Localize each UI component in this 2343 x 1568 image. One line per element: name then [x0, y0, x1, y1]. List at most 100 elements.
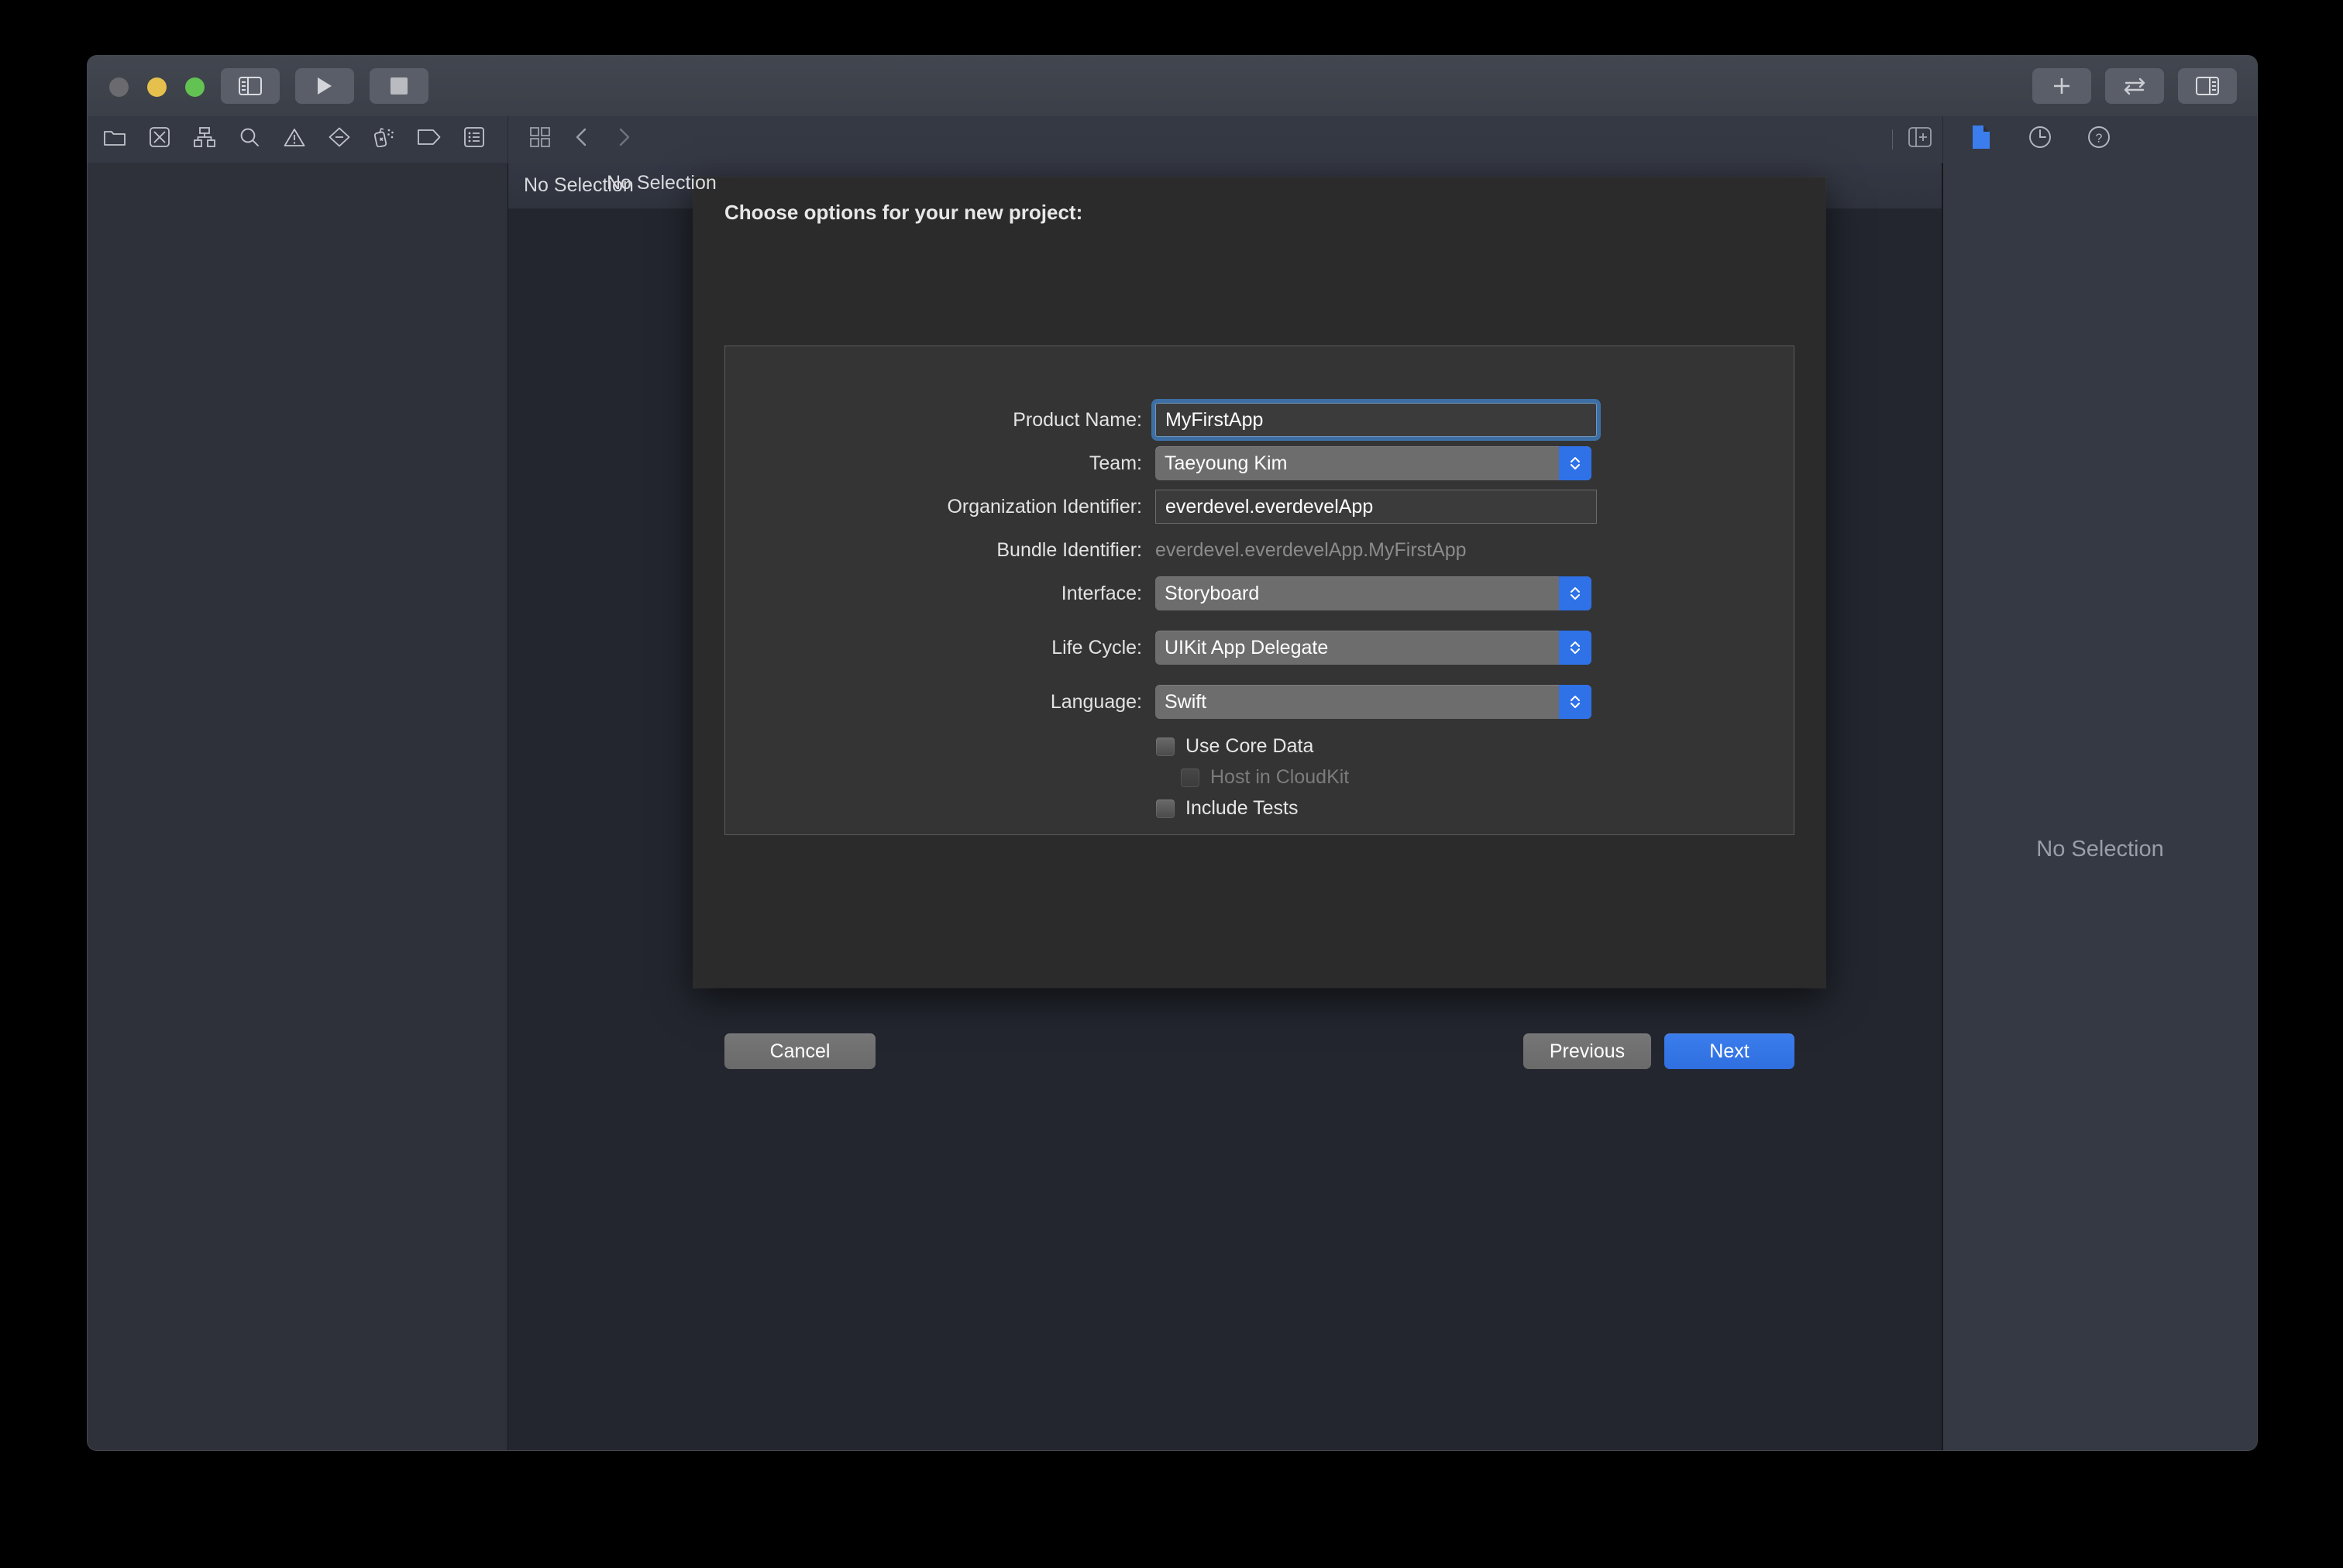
screen: ? No Selection No Selection Choose optio… — [0, 0, 2343, 1568]
document-icon — [1970, 125, 1992, 153]
language-stepper-chevrons[interactable] — [1559, 685, 1591, 719]
include-tests-label: Include Tests — [1185, 797, 1299, 819]
bundle-identifier-label: Bundle Identifier: — [996, 538, 1142, 561]
inspector-panel[interactable]: No Selection — [1943, 163, 2257, 1450]
organization-identifier-input[interactable]: everdevel.everdevelApp — [1155, 490, 1597, 524]
play-icon — [315, 76, 334, 96]
stop-button[interactable] — [370, 68, 428, 104]
project-navigator-tab[interactable] — [92, 116, 137, 162]
minimize-button[interactable] — [147, 77, 167, 97]
checkbox-use-core-data[interactable]: Use Core Data — [1156, 735, 1313, 758]
stop-icon — [390, 77, 408, 95]
window-title-bar — [88, 56, 2257, 160]
team-stepper-chevrons[interactable] — [1559, 446, 1591, 480]
navigate-back-button[interactable] — [561, 116, 603, 162]
grid-icon — [530, 127, 550, 151]
organization-identifier-label: Organization Identifier: — [947, 495, 1142, 518]
form-row-organization-identifier: Organization Identifier: everdevel.everd… — [725, 489, 1794, 524]
report-navigator-tab[interactable] — [452, 116, 497, 162]
hierarchy-icon — [194, 127, 215, 151]
dialog-title: Choose options for your new project: — [724, 201, 1083, 224]
related-items-button[interactable] — [519, 116, 561, 162]
team-popup-value: Taeyoung Kim — [1165, 452, 1288, 474]
team-popup-button[interactable]: Taeyoung Kim — [1155, 446, 1591, 480]
sidebar-left-icon — [239, 77, 262, 95]
language-label: Language: — [1050, 690, 1142, 713]
chevron-right-icon — [616, 127, 631, 151]
toggle-navigator-button[interactable] — [221, 68, 280, 104]
checkbox-include-tests[interactable]: Include Tests — [1156, 797, 1298, 820]
product-name-control: MyFirstApp — [1155, 403, 1597, 437]
editor-jump-bar — [508, 116, 1942, 162]
zoom-button[interactable] — [185, 77, 205, 97]
product-name-label: Product Name: — [1013, 408, 1142, 431]
folder-icon — [104, 128, 126, 150]
life-cycle-popup-button[interactable]: UIKit App Delegate — [1155, 631, 1591, 665]
spray-can-icon — [373, 127, 396, 151]
team-control: Taeyoung Kim — [1155, 446, 1591, 480]
issue-navigator-tab[interactable] — [272, 116, 317, 162]
host-in-cloudkit-checkbox-box — [1181, 768, 1199, 787]
test-navigator-tab[interactable] — [317, 116, 362, 162]
report-list-icon — [464, 127, 484, 151]
run-button[interactable] — [295, 68, 354, 104]
interface-popup-button[interactable]: Storyboard — [1155, 576, 1591, 610]
language-popup-button[interactable]: Swift — [1155, 685, 1591, 719]
life-cycle-label: Life Cycle: — [1051, 636, 1142, 658]
team-label: Team: — [1089, 452, 1142, 474]
quick-help-inspector-tab[interactable]: ? — [2081, 116, 2117, 162]
file-inspector-tab[interactable] — [1963, 116, 1999, 162]
jump-bar-right-group — [1892, 116, 1932, 162]
previous-button[interactable]: Previous — [1523, 1033, 1651, 1069]
question-mark-icon: ? — [2087, 126, 2111, 153]
add-editor-button[interactable] — [1908, 127, 1932, 151]
navigator-header — [88, 163, 507, 209]
find-navigator-tab[interactable] — [227, 116, 272, 162]
source-control-navigator-tab[interactable] — [137, 116, 182, 162]
bundle-identifier-control: everdevel.everdevelApp.MyFirstApp — [1155, 533, 1467, 567]
code-review-button[interactable] — [2105, 68, 2164, 104]
form-row-bundle-identifier: Bundle Identifier: everdevel.everdevelAp… — [725, 532, 1794, 568]
life-cycle-popup-value: UIKit App Delegate — [1165, 636, 1329, 658]
sidebar-right-icon — [2196, 77, 2219, 95]
organization-identifier-control: everdevel.everdevelApp — [1155, 490, 1597, 524]
form-row-language: Language: Swift — [725, 684, 1794, 720]
breakpoint-navigator-tab[interactable] — [407, 116, 452, 162]
xcode-window: ? No Selection No Selection Choose optio… — [88, 56, 2257, 1450]
toggle-inspector-button[interactable] — [2178, 68, 2237, 104]
source-control-icon — [150, 127, 170, 151]
close-button[interactable] — [109, 77, 129, 97]
warning-triangle-icon — [284, 128, 305, 151]
language-popup-value: Swift — [1165, 690, 1207, 713]
chevron-left-icon — [574, 127, 590, 151]
interface-stepper-chevrons[interactable] — [1559, 576, 1591, 610]
host-in-cloudkit-label: Host in CloudKit — [1210, 766, 1350, 788]
debug-navigator-tab[interactable] — [362, 116, 407, 162]
navigator-no-selection-label: No Selection — [607, 172, 717, 194]
form-row-product-name: Product Name: MyFirstApp — [725, 402, 1794, 438]
interface-label: Interface: — [1061, 582, 1142, 604]
navigator-tab-bar — [88, 116, 507, 162]
history-inspector-tab[interactable] — [2022, 116, 2058, 162]
toolbar-right-group — [2032, 68, 2237, 104]
plus-icon — [2052, 76, 2072, 96]
product-name-input[interactable]: MyFirstApp — [1155, 403, 1597, 437]
form-row-interface: Interface: Storyboard — [725, 576, 1794, 611]
include-tests-checkbox-box[interactable] — [1156, 799, 1175, 818]
search-icon — [239, 127, 260, 151]
secondary-toolbar-row: ? — [88, 116, 2257, 163]
interface-control: Storyboard — [1155, 576, 1591, 610]
diamond-icon — [329, 127, 350, 151]
next-button[interactable]: Next — [1664, 1033, 1794, 1069]
add-button[interactable] — [2032, 68, 2091, 104]
symbol-navigator-tab[interactable] — [182, 116, 227, 162]
jump-bar-divider — [1892, 129, 1893, 150]
life-cycle-stepper-chevrons[interactable] — [1559, 631, 1591, 665]
add-editor-icon — [1908, 127, 1932, 150]
traffic-light-group — [109, 77, 205, 97]
cancel-button[interactable]: Cancel — [724, 1033, 876, 1069]
navigator-panel[interactable] — [88, 163, 507, 1450]
navigate-forward-button[interactable] — [603, 116, 645, 162]
use-core-data-checkbox-box[interactable] — [1156, 737, 1175, 756]
language-control: Swift — [1155, 685, 1591, 719]
